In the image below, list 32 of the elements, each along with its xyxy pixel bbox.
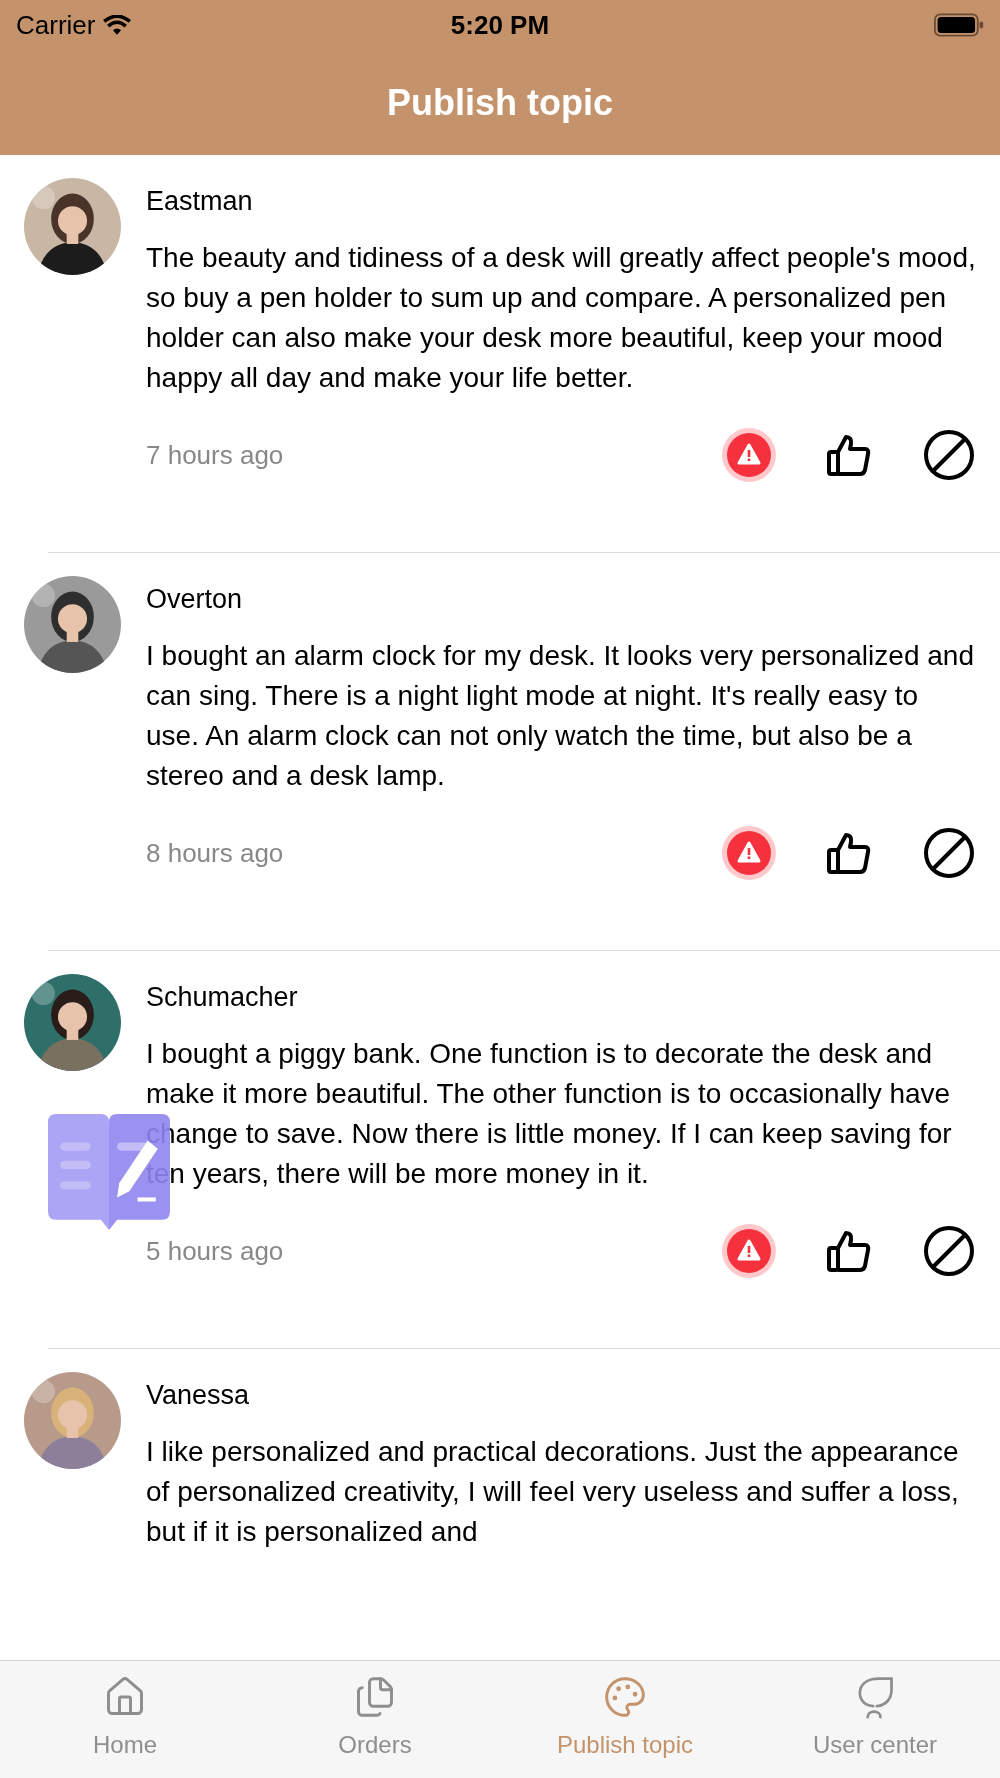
author-name: Schumacher (146, 982, 299, 1012)
post-text: I bought an alarm clock for my desk. It looks very personalized and can sing. There is a night light mode at night. It's really easy to use. An alarm clock can not only watch the time, but also be a stereo and a desk lamp. (146, 639, 975, 793)
carrier-label: Carrier (16, 8, 96, 42)
battery-icon (934, 13, 984, 37)
palette-icon (603, 1675, 647, 1719)
post-time: 8 hours ago (146, 836, 285, 870)
post-text: The beauty and tidiness of a desk will greatly affect people's mood, so buy a pen holder to sum up and compare. A personalized pen holder can also make your desk more beautiful, keep your mood happy all day and make your life better. (146, 241, 976, 395)
ban-icon (923, 429, 975, 481)
tab-item[interactable]: Home (0, 1661, 250, 1778)
wifi-icon (103, 14, 132, 36)
tab-item[interactable]: Publish topic (500, 1661, 750, 1778)
author-name: Overton (146, 584, 244, 614)
block-button[interactable] (922, 1224, 976, 1278)
status-time: 5:20 PM (450, 8, 550, 42)
post-text: I like personalized and practical decorations. Just the appearance of personalized creativity, I will feel very useless and suffer a loss, but if it is personalized and (146, 1435, 960, 1549)
author-name: Eastman (146, 186, 254, 216)
ban-icon (923, 827, 975, 879)
page-title: Publish topic (387, 80, 613, 125)
tab-item[interactable]: User center (750, 1661, 1000, 1778)
warning-icon (727, 1229, 771, 1273)
report-button[interactable] (722, 826, 776, 880)
warning-icon (727, 433, 771, 477)
post-time: 7 hours ago (146, 438, 285, 472)
ban-icon (923, 1225, 975, 1277)
author-name: Vanessa (146, 1380, 251, 1410)
report-button[interactable] (722, 428, 776, 482)
block-button[interactable] (922, 826, 976, 880)
tab-item[interactable]: Orders (250, 1661, 500, 1778)
warning-icon (727, 831, 771, 875)
block-button[interactable] (922, 428, 976, 482)
report-button[interactable] (722, 1224, 776, 1278)
post-time: 5 hours ago (146, 1234, 285, 1268)
